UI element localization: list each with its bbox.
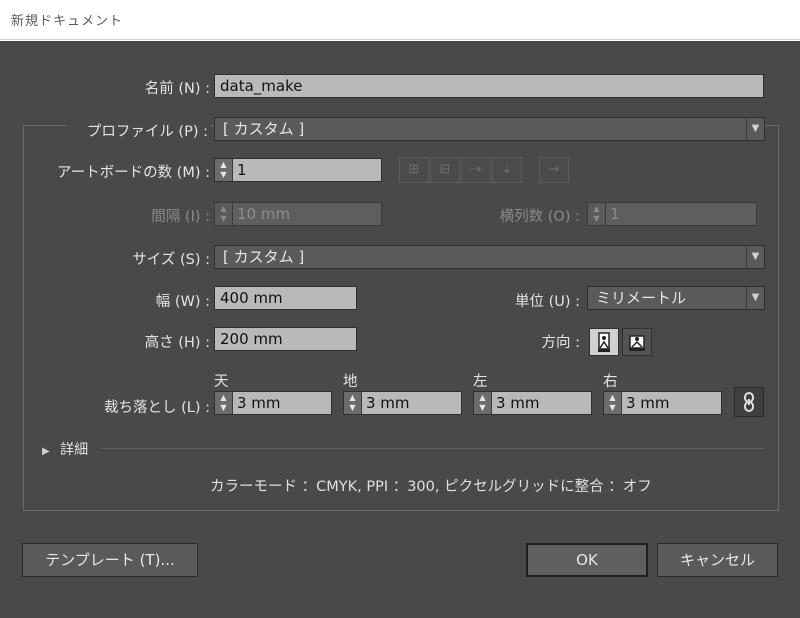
bleed-bottom-value: 3 mm — [366, 394, 410, 412]
profile-value: [ カスタム ] — [223, 120, 305, 138]
orientation-label: 方向 : — [541, 335, 581, 351]
cancel-button[interactable]: キャンセル — [657, 543, 778, 577]
units-value: ミリメートル — [596, 289, 687, 307]
grid-by-column-icon[interactable]: ⊟ — [430, 157, 460, 183]
portrait-orientation-button[interactable] — [589, 328, 619, 356]
bleed-top-stepper[interactable]: ▲ ▼ 3 mm — [214, 391, 332, 415]
landscape-icon — [629, 335, 645, 351]
bleed-bottom-label: 地 — [343, 374, 358, 390]
size-label: サイズ (S) : — [132, 252, 210, 268]
arrange-by-row-icon[interactable]: ⇢ — [461, 157, 491, 183]
link-chain-icon — [744, 392, 754, 412]
advanced-label: 詳細 — [60, 442, 89, 458]
landscape-orientation-button[interactable] — [622, 328, 652, 356]
artboards-label: アートボードの数 (M) : — [56, 165, 210, 181]
expand-triangle-icon: ▶ — [42, 446, 50, 457]
stepper-arrows-icon[interactable]: ▲ ▼ — [604, 392, 622, 414]
stepper-arrows-icon[interactable]: ▲ ▼ — [474, 392, 492, 414]
summary-text: カラーモード ：CMYK, PPI ：300, ピクセルグリッドに整合 ：オフ — [210, 479, 652, 495]
name-label: 名前 (N) : — [144, 81, 210, 97]
stepper-arrows-icon[interactable]: ▲ ▼ — [215, 392, 233, 414]
portrait-icon — [598, 332, 610, 352]
bleed-top-value: 3 mm — [237, 394, 281, 412]
units-select[interactable]: ミリメートル ▼ — [587, 286, 765, 310]
arrange-by-column-icon[interactable]: ⇣ — [492, 157, 522, 183]
width-label: 幅 (W) : — [155, 294, 210, 310]
stepper-arrows-icon[interactable]: ▲ ▼ — [588, 203, 606, 225]
ok-button[interactable]: OK — [526, 543, 648, 577]
bleed-left-stepper[interactable]: ▲ ▼ 3 mm — [473, 391, 592, 415]
stepper-arrows-icon[interactable]: ▲ ▼ — [215, 203, 233, 225]
layout-direction-icon[interactable]: → — [539, 157, 569, 183]
title-bar: 新規ドキュメント — [0, 0, 800, 40]
bleed-right-label: 右 — [603, 374, 618, 390]
templates-button[interactable]: テンプレート (T)... — [22, 543, 198, 577]
columns-label: 横列数 (O) : — [499, 209, 580, 225]
advanced-divider — [102, 448, 764, 449]
name-input[interactable]: data_make — [214, 74, 764, 98]
stepper-arrows-icon[interactable]: ▲ ▼ — [215, 159, 233, 181]
size-value: [ カスタム ] — [223, 248, 305, 266]
chevron-down-icon: ▼ — [746, 287, 764, 309]
chevron-down-icon: ▼ — [746, 246, 764, 268]
dialog-body: 名前 (N) : data_make プロファイル (P) : [ カスタム ]… — [0, 41, 800, 618]
bleed-link-button[interactable] — [734, 387, 764, 417]
width-input[interactable]: 400 mm — [214, 286, 357, 310]
grid-by-row-icon[interactable]: ⊞ — [399, 157, 429, 183]
units-label: 単位 (U) : — [514, 294, 580, 310]
spacing-stepper[interactable]: ▲ ▼ 10 mm — [214, 202, 382, 226]
bleed-top-label: 天 — [214, 374, 229, 390]
chevron-down-icon: ▼ — [746, 118, 764, 140]
window-title: 新規ドキュメント — [11, 14, 124, 29]
columns-stepper[interactable]: ▲ ▼ 1 — [587, 202, 757, 226]
height-label: 高さ (H) : — [144, 335, 210, 351]
bleed-right-value: 3 mm — [626, 394, 670, 412]
artboards-value: 1 — [237, 161, 247, 179]
bleed-left-value: 3 mm — [496, 394, 540, 412]
spacing-label: 間隔 (I) : — [151, 209, 210, 225]
bleed-left-label: 左 — [473, 374, 488, 390]
artboards-stepper[interactable]: ▲ ▼ 1 — [214, 158, 382, 182]
spacing-value: 10 mm — [237, 205, 291, 223]
bleed-label: 裁ち落とし (L) : — [104, 400, 210, 416]
height-input[interactable]: 200 mm — [214, 327, 357, 351]
stepper-arrows-icon[interactable]: ▲ ▼ — [344, 392, 362, 414]
bleed-bottom-stepper[interactable]: ▲ ▼ 3 mm — [343, 391, 462, 415]
profile-select[interactable]: [ カスタム ] ▼ — [214, 117, 765, 141]
size-select[interactable]: [ カスタム ] ▼ — [214, 245, 765, 269]
bleed-right-stepper[interactable]: ▲ ▼ 3 mm — [603, 391, 722, 415]
profile-label: プロファイル (P) : — [66, 120, 210, 141]
columns-value: 1 — [610, 205, 620, 223]
advanced-toggle[interactable]: ▶ 詳細 — [42, 439, 88, 459]
